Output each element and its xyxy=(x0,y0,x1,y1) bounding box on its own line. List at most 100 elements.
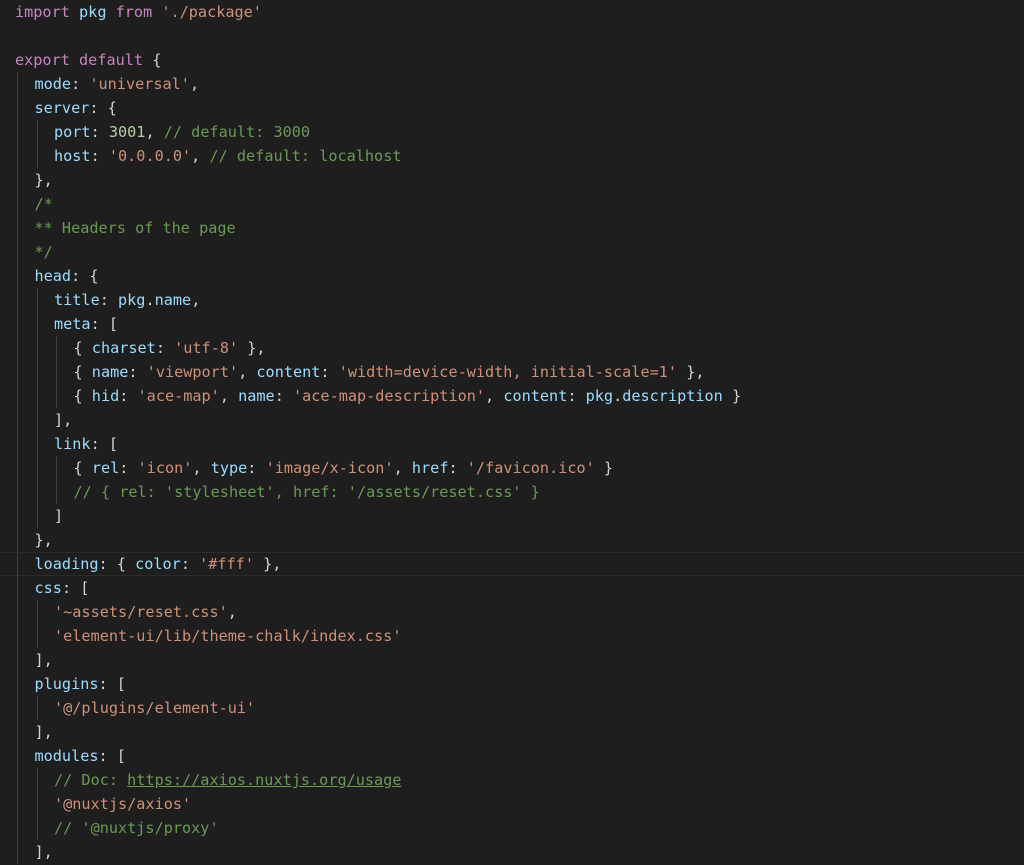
code-line[interactable]: }, xyxy=(0,168,1024,192)
token-prop: head xyxy=(34,267,72,285)
code-line[interactable]: '~assets/reset.css', xyxy=(0,600,1024,624)
code-text: css: [ xyxy=(35,576,90,600)
indent-guide xyxy=(17,216,18,240)
indent-guide xyxy=(17,360,18,384)
code-line[interactable]: export default { xyxy=(0,48,1024,72)
token-punct: : xyxy=(274,387,293,405)
indent-guide xyxy=(36,480,38,504)
code-line[interactable]: title: pkg.name, xyxy=(0,288,1024,312)
code-line[interactable]: modules: [ xyxy=(0,744,1024,768)
code-line[interactable]: css: [ xyxy=(0,576,1024,600)
code-line[interactable]: ** Headers of the page xyxy=(0,216,1024,240)
token-punct: . xyxy=(145,291,155,309)
token-ident: pkg xyxy=(79,3,107,21)
code-line[interactable]: head: { xyxy=(0,264,1024,288)
code-line[interactable]: '@nuxtjs/axios' xyxy=(0,792,1024,816)
token-prop: name xyxy=(91,363,129,381)
indent-guide xyxy=(17,456,18,480)
token-comment: ** Headers of the page xyxy=(34,219,236,237)
code-text: ] xyxy=(54,504,63,528)
token-prop: content xyxy=(503,387,568,405)
indent-guide xyxy=(17,840,18,864)
code-text: }, xyxy=(35,168,53,192)
code-text: 'element-ui/lib/theme-chalk/index.css' xyxy=(54,624,401,648)
token-string: 'viewport' xyxy=(146,363,239,381)
token-link[interactable]: https://axios.nuxtjs.org/usage xyxy=(127,771,401,789)
indent-guide xyxy=(17,336,18,360)
code-line[interactable]: link: [ xyxy=(0,432,1024,456)
code-text: '@nuxtjs/axios' xyxy=(54,792,191,816)
code-line[interactable]: plugins: [ xyxy=(0,672,1024,696)
code-line[interactable]: // Doc: https://axios.nuxtjs.org/usage xyxy=(0,768,1024,792)
indent-guide xyxy=(17,576,18,600)
indent-guide xyxy=(36,624,38,648)
token-punct: : { xyxy=(98,555,136,573)
code-line[interactable]: meta: [ xyxy=(0,312,1024,336)
code-line[interactable]: mode: 'universal', xyxy=(0,72,1024,96)
token-punct: }, xyxy=(34,531,53,549)
code-line[interactable]: { rel: 'icon', type: 'image/x-icon', hre… xyxy=(0,456,1024,480)
code-editor[interactable]: import pkg from './package' export defaul… xyxy=(0,0,1024,865)
code-text: meta: [ xyxy=(54,312,118,336)
code-line[interactable]: { charset: 'utf-8' }, xyxy=(0,336,1024,360)
token-string: '0.0.0.0' xyxy=(108,147,192,165)
token-punct: }, xyxy=(238,339,266,357)
token-punct: , xyxy=(145,123,164,141)
code-line[interactable]: /* xyxy=(0,192,1024,216)
token-string: './package' xyxy=(161,3,262,21)
code-line[interactable]: { hid: 'ace-map', name: 'ace-map-descrip… xyxy=(0,384,1024,408)
token-prop: type xyxy=(210,459,248,477)
indent-guide xyxy=(56,360,57,384)
code-text: '~assets/reset.css', xyxy=(54,600,237,624)
code-line[interactable]: loading: { color: '#fff' }, xyxy=(0,552,1024,577)
code-line[interactable]: { name: 'viewport', content: 'width=devi… xyxy=(0,360,1024,384)
code-line[interactable]: // { rel: 'stylesheet', href: '/assets/r… xyxy=(0,480,1024,504)
token-string: '/favicon.ico' xyxy=(466,459,595,477)
code-line[interactable]: host: '0.0.0.0', // default: localhost xyxy=(0,144,1024,168)
indent-guide xyxy=(36,312,38,336)
code-line[interactable]: port: 3001, // default: 3000 xyxy=(0,120,1024,144)
code-line[interactable]: ], xyxy=(0,408,1024,432)
indent-guide xyxy=(17,312,18,336)
code-line[interactable]: ], xyxy=(0,648,1024,672)
token-punct: }, xyxy=(677,363,705,381)
token-punct: : xyxy=(128,363,147,381)
indent-guide xyxy=(17,744,18,768)
code-line[interactable]: import pkg from './package' xyxy=(0,0,1024,24)
token-number: 3001 xyxy=(108,123,146,141)
indent-guide xyxy=(36,336,38,360)
code-line[interactable]: }, xyxy=(0,528,1024,552)
token-string: 'universal' xyxy=(89,75,190,93)
token-punct: : xyxy=(71,75,90,93)
token-comment: // '@nuxtjs/proxy' xyxy=(54,819,219,837)
code-line[interactable]: ] xyxy=(0,504,1024,528)
code-text: plugins: [ xyxy=(35,672,126,696)
indent-guide xyxy=(36,792,38,816)
code-line[interactable]: 'element-ui/lib/theme-chalk/index.css' xyxy=(0,624,1024,648)
code-text: ], xyxy=(35,648,53,672)
indent-guide xyxy=(56,384,57,408)
code-line[interactable]: */ xyxy=(0,240,1024,264)
token-punct: { xyxy=(143,51,162,69)
code-line[interactable]: ], xyxy=(0,840,1024,864)
code-line[interactable]: // '@nuxtjs/proxy' xyxy=(0,816,1024,840)
indent-guide xyxy=(36,144,38,168)
code-line[interactable]: server: { xyxy=(0,96,1024,120)
code-line[interactable] xyxy=(0,24,1024,48)
code-text: { name: 'viewport', content: 'width=devi… xyxy=(74,360,705,384)
token-prop: link xyxy=(54,435,91,453)
token-punct: : xyxy=(90,123,109,141)
token-punct: : xyxy=(99,291,119,309)
token-punct: }, xyxy=(34,171,53,189)
indent-guide xyxy=(17,432,18,456)
code-line[interactable]: '@/plugins/element-ui' xyxy=(0,696,1024,720)
code-line[interactable]: ], xyxy=(0,720,1024,744)
token-string: '@nuxtjs/axios' xyxy=(54,795,192,813)
token-punct xyxy=(70,3,79,21)
token-string: 'element-ui/lib/theme-chalk/index.css' xyxy=(54,627,402,645)
token-punct xyxy=(152,3,161,21)
indent-guide xyxy=(56,480,57,504)
indent-guide xyxy=(17,720,18,744)
token-ident: pkg xyxy=(118,291,146,309)
indent-guide xyxy=(17,264,18,288)
